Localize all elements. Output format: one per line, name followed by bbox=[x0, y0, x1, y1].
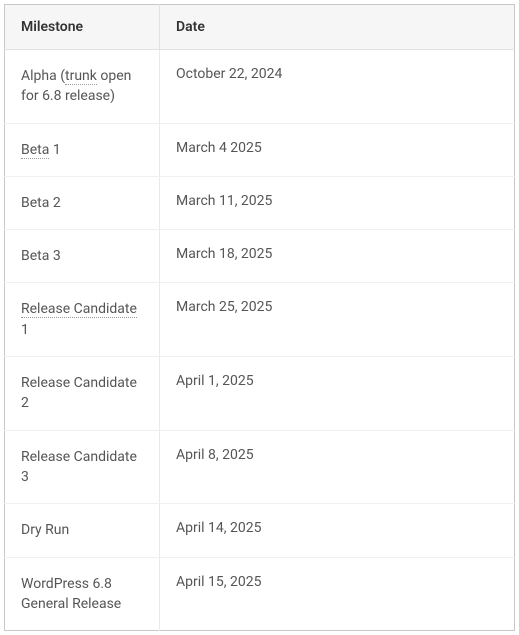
date-cell: March 18, 2025 bbox=[160, 230, 515, 283]
table-row: WordPress 6.8 General Release April 15, … bbox=[5, 557, 515, 631]
milestone-cell: Beta 2 bbox=[5, 176, 160, 229]
date-cell: October 22, 2024 bbox=[160, 50, 515, 124]
date-cell: March 25, 2025 bbox=[160, 283, 515, 357]
milestone-cell: Release Candidate 1 bbox=[5, 283, 160, 357]
milestone-cell: Release Candidate 3 bbox=[5, 430, 160, 504]
milestone-cell: Beta 3 bbox=[5, 230, 160, 283]
milestone-text-prefix: Alpha ( bbox=[21, 68, 65, 84]
glossary-term[interactable]: trunk bbox=[65, 68, 97, 85]
milestone-cell: Release Candidate 2 bbox=[5, 357, 160, 431]
milestone-text-suffix: 1 bbox=[21, 322, 29, 338]
milestone-cell: Alpha (trunk open for 6.8 release) bbox=[5, 50, 160, 124]
release-schedule-table: Milestone Date Alpha (trunk open for 6.8… bbox=[4, 4, 515, 631]
table-row: Release Candidate 3 April 8, 2025 bbox=[5, 430, 515, 504]
milestone-cell: Beta 1 bbox=[5, 123, 160, 176]
header-date: Date bbox=[160, 5, 515, 50]
milestone-cell: WordPress 6.8 General Release bbox=[5, 557, 160, 631]
table-row: Alpha (trunk open for 6.8 release) Octob… bbox=[5, 50, 515, 124]
date-cell: April 14, 2025 bbox=[160, 504, 515, 557]
date-cell: March 11, 2025 bbox=[160, 176, 515, 229]
table-row: Beta 3 March 18, 2025 bbox=[5, 230, 515, 283]
milestone-text-suffix: 1 bbox=[49, 142, 60, 158]
table-row: Release Candidate 1 March 25, 2025 bbox=[5, 283, 515, 357]
table-row: Dry Run April 14, 2025 bbox=[5, 504, 515, 557]
table-row: Beta 2 March 11, 2025 bbox=[5, 176, 515, 229]
milestone-cell: Dry Run bbox=[5, 504, 160, 557]
table-row: Release Candidate 2 April 1, 2025 bbox=[5, 357, 515, 431]
date-cell: April 15, 2025 bbox=[160, 557, 515, 631]
date-cell: March 4 2025 bbox=[160, 123, 515, 176]
glossary-term[interactable]: Release Candidate bbox=[21, 301, 137, 318]
date-cell: April 8, 2025 bbox=[160, 430, 515, 504]
glossary-term[interactable]: Beta bbox=[21, 142, 49, 159]
table-header-row: Milestone Date bbox=[5, 5, 515, 50]
date-cell: April 1, 2025 bbox=[160, 357, 515, 431]
table-row: Beta 1 March 4 2025 bbox=[5, 123, 515, 176]
header-milestone: Milestone bbox=[5, 5, 160, 50]
